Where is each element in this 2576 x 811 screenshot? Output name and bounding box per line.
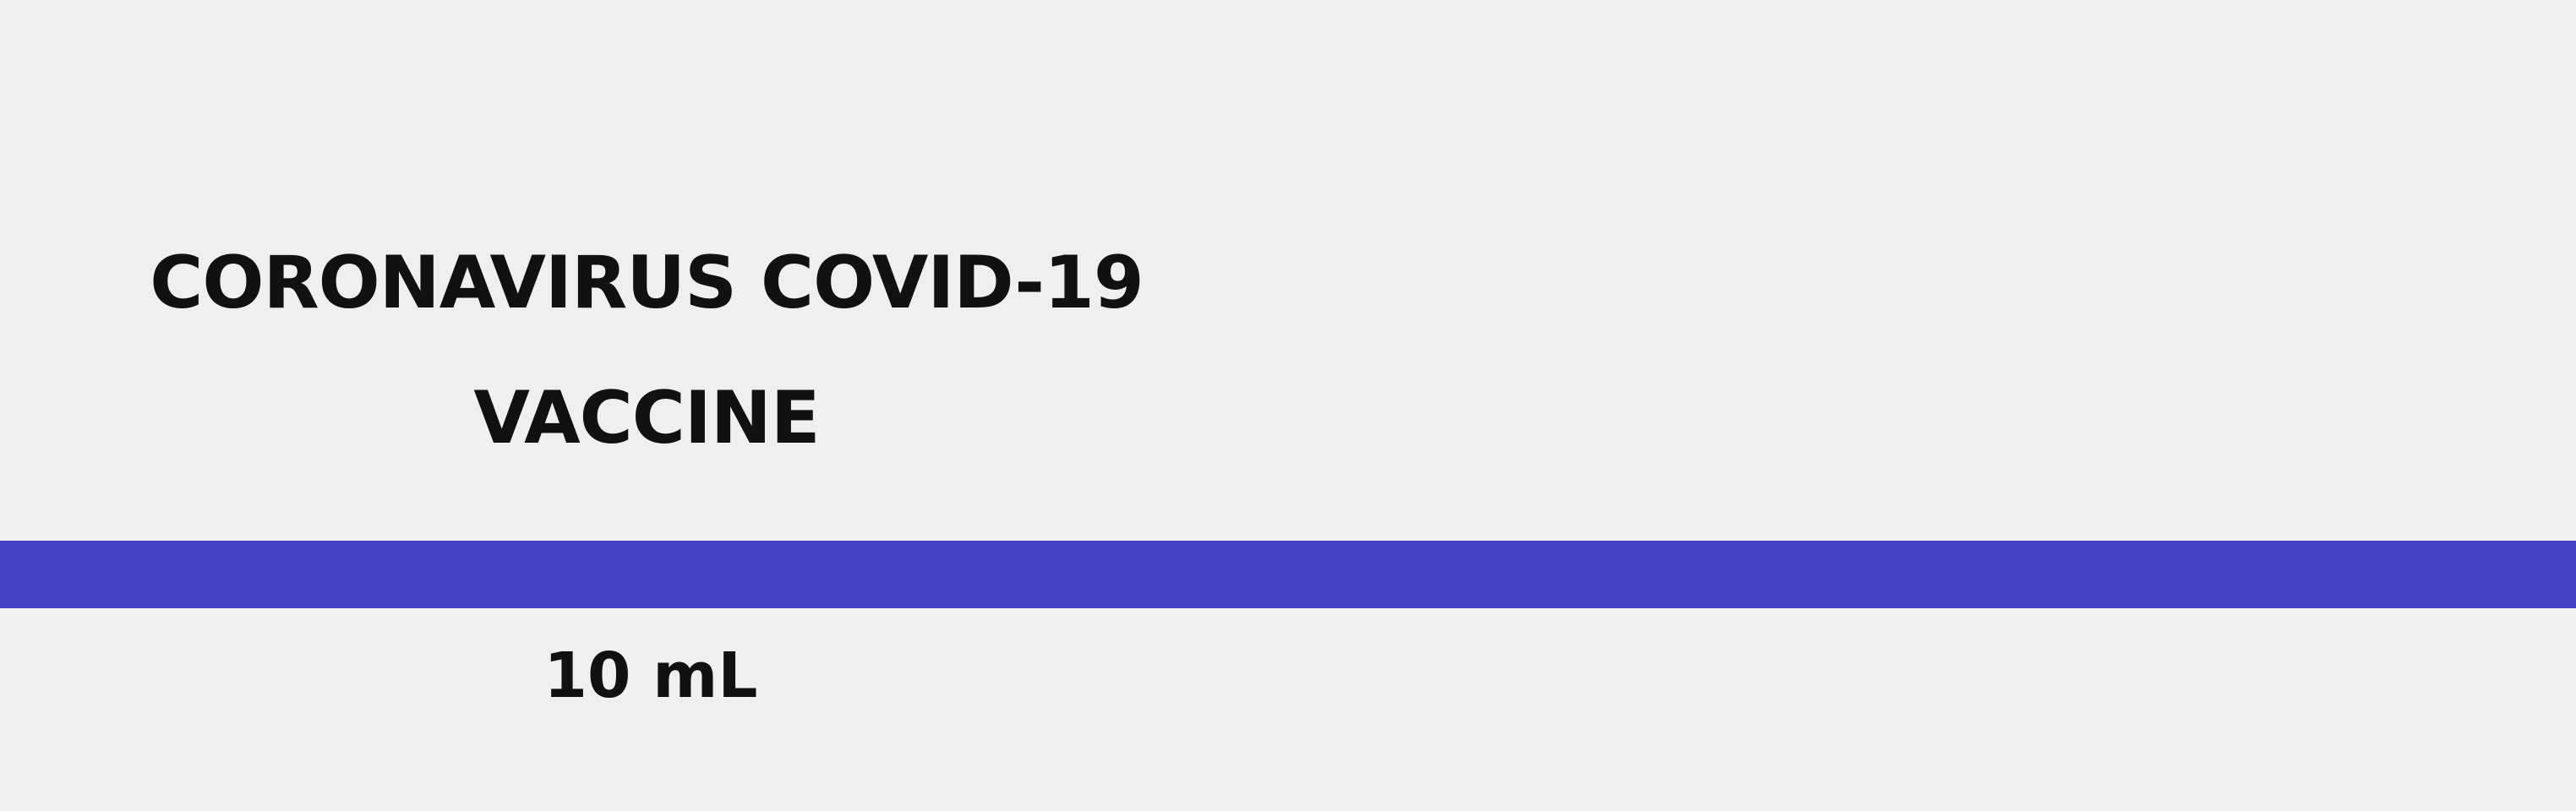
- vaccine-label-title: CORONAVIRUS COVID-19 VACCINE: [118, 215, 1175, 486]
- title-line-2: VACCINE: [473, 376, 820, 460]
- color-band: [0, 541, 2576, 608]
- volume-label: 10 mL: [543, 640, 758, 712]
- title-line-1: CORONAVIRUS COVID-19: [150, 241, 1144, 325]
